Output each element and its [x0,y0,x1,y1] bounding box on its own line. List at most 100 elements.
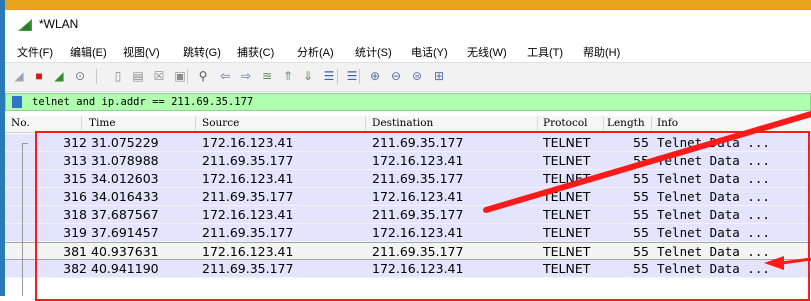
packet-destination: 172.16.123.41 [372,153,464,168]
menu-item[interactable]: 无线(W) [467,44,507,60]
normal-size-icon[interactable]: ⊜ [409,68,425,84]
packet-number: 318 [63,207,87,222]
wireshark-fin-icon [18,19,32,31]
packet-source: 172.16.123.41 [202,244,294,259]
packet-row[interactable]: 312 31.075229 172.16.123.41 211.69.35.177 TE… [5,134,811,152]
column-header-info[interactable]: Info [657,117,678,129]
auto-scroll-icon[interactable]: ☰ [321,68,337,84]
packet-source: 211.69.35.177 [202,225,294,240]
packet-source: 172.16.123.41 [202,207,294,222]
column-header-length[interactable]: Length [607,117,645,129]
packet-destination: 211.69.35.177 [372,207,464,222]
column-header-no[interactable]: No. [11,117,30,129]
column-divider[interactable] [81,116,82,132]
packet-row[interactable]: 382 40.941190 211.69.35.177 172.16.123.41 TE… [5,260,811,278]
packet-source: 172.16.123.41 [202,171,294,186]
reload-file-icon[interactable]: ▣ [172,68,188,84]
capture-options-icon[interactable]: ⊙ [72,68,88,84]
go-last-icon[interactable]: ⇓ [300,68,316,84]
resize-columns-icon[interactable]: ⊞ [431,68,447,84]
go-first-icon[interactable]: ⇑ [280,68,296,84]
packet-protocol: TELNET [543,225,591,240]
packet-number: 312 [63,135,87,150]
packet-time: 31.078988 [91,153,159,168]
menu-bar: 文件(F) 编辑(E) 视图(V) 跳转(G) 捕获(C) 分析(A) 统计(S) 电话(Y)… [5,40,811,62]
menu-item[interactable]: 统计(S) [355,44,392,60]
packet-row[interactable]: 315 34.012603 172.16.123.41 211.69.35.177 TE… [5,170,811,188]
packet-info: Telnet Data ... [657,189,770,204]
go-to-packet-icon[interactable]: ≊ [259,68,275,84]
packet-info: Telnet Data ... [657,207,770,222]
packet-destination: 172.16.123.41 [372,189,464,204]
menu-item[interactable]: 编辑(E) [70,44,107,60]
packet-info: Telnet Data ... [657,261,770,276]
menu-item[interactable]: 视图(V) [123,44,160,60]
conversation-bracket-start [22,143,28,144]
packet-info: Telnet Data ... [657,135,770,150]
packet-time: 40.937631 [91,244,159,259]
stop-capture-icon[interactable]: ■ [31,68,47,84]
packet-row[interactable]: 381 40.937631 172.16.123.41 211.69.35.177 TE… [5,242,811,260]
packet-source: 172.16.123.41 [202,135,294,150]
packet-number: 315 [63,171,87,186]
packet-time: 37.691457 [91,225,159,240]
start-capture-icon[interactable]: ◢ [11,68,27,84]
packet-row[interactable]: 319 37.691457 211.69.35.177 172.16.123.41 TE… [5,224,811,242]
wireshark-window: *WLAN 文件(F) 编辑(E) 视图(V) 跳转(G) 捕获(C) 分析(A) 统计(S… [0,0,811,301]
packet-source: 211.69.35.177 [202,153,294,168]
save-file-icon[interactable]: ▤ [130,68,146,84]
packet-number: 319 [63,225,87,240]
packet-row[interactable]: 316 34.016433 211.69.35.177 172.16.123.41 TE… [5,188,811,206]
restart-capture-icon[interactable]: ◢ [51,68,67,84]
column-divider[interactable] [195,116,196,132]
go-back-icon[interactable]: ⇦ [217,68,233,84]
toolbar-separator [359,69,360,84]
menu-item[interactable]: 帮助(H) [583,44,620,60]
packet-protocol: TELNET [543,153,591,168]
packet-time: 34.012603 [91,171,159,186]
toolbar-separator [96,69,97,84]
menu-item[interactable]: 文件(F) [17,44,53,60]
packet-row[interactable]: 318 37.687567 172.16.123.41 211.69.35.177 TE… [5,206,811,224]
zoom-out-icon[interactable]: ⊖ [388,68,404,84]
conversation-bracket [22,143,23,296]
column-divider[interactable] [603,116,604,132]
packet-length: 55 [633,153,649,168]
packet-time: 34.016433 [91,189,159,204]
packet-length: 55 [633,225,649,240]
menu-item[interactable]: 捕获(C) [237,44,274,60]
column-header-protocol[interactable]: Protocol [543,117,588,129]
menu-item[interactable]: 跳转(G) [183,44,221,60]
column-divider[interactable] [651,116,652,132]
packet-length: 55 [633,189,649,204]
column-header-source[interactable]: Source [202,117,239,129]
display-filter-input[interactable]: telnet and ip.addr == 211.69.35.177 [32,96,253,108]
packet-length: 55 [633,244,649,259]
packet-destination: 172.16.123.41 [372,225,464,240]
packet-destination: 211.69.35.177 [372,244,464,259]
column-header-time[interactable]: Time [89,117,116,129]
packet-source: 211.69.35.177 [202,189,294,204]
display-filter-bar[interactable]: telnet and ip.addr == 211.69.35.177 [5,93,811,111]
packet-row[interactable]: 313 31.078988 211.69.35.177 172.16.123.41 TE… [5,152,811,170]
go-forward-icon[interactable]: ⇨ [238,68,254,84]
packet-number: 382 [63,261,87,276]
column-divider[interactable] [537,116,538,132]
find-packet-icon[interactable]: ⚲ [195,68,211,84]
menu-item[interactable]: 工具(T) [527,44,563,60]
window-title: *WLAN [39,17,79,31]
column-divider[interactable] [365,116,366,132]
packet-length: 55 [633,207,649,222]
packet-time: 40.941190 [91,261,159,276]
menu-item[interactable]: 分析(A) [297,44,334,60]
title-bar: *WLAN [5,10,811,40]
column-header-destination[interactable]: Destination [372,117,433,129]
bookmark-icon[interactable] [12,96,22,108]
open-file-icon[interactable]: ▯ [110,68,126,84]
colorize-icon[interactable]: ☰ [344,68,360,84]
packet-length: 55 [633,171,649,186]
packet-time: 31.075229 [91,135,159,150]
zoom-in-icon[interactable]: ⊕ [367,68,383,84]
menu-item[interactable]: 电话(Y) [411,44,448,60]
close-file-icon[interactable]: ☒ [151,68,167,84]
